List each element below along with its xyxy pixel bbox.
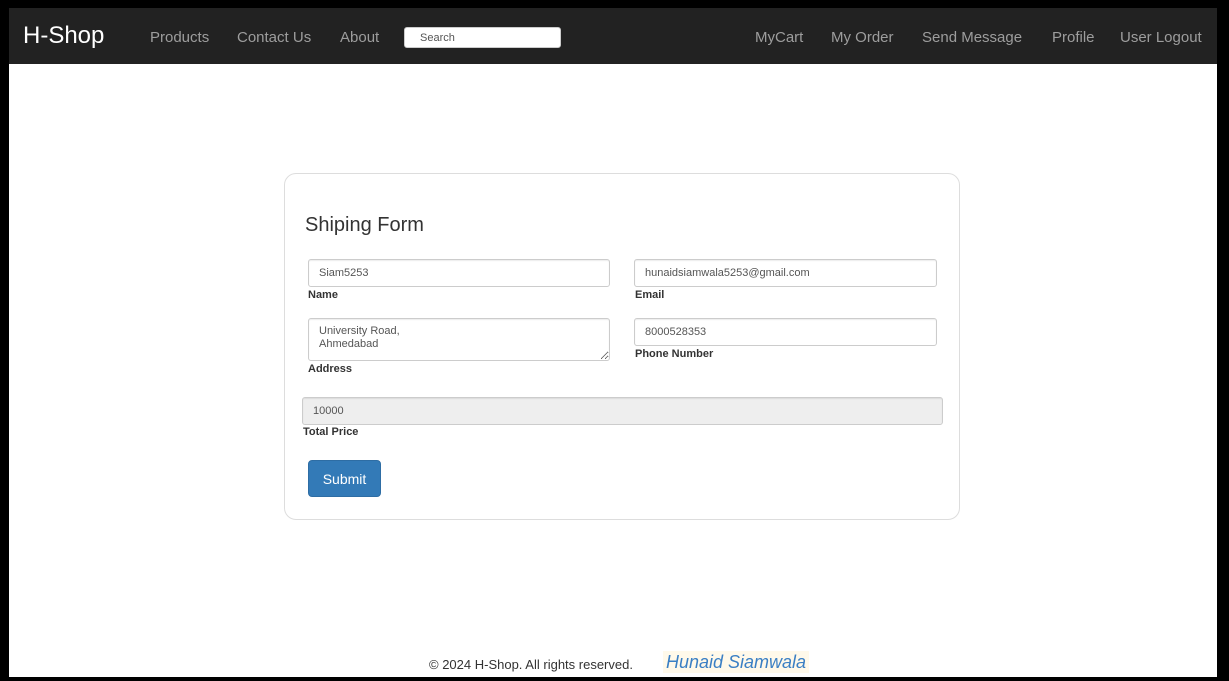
nav-link-about[interactable]: About: [340, 29, 379, 47]
address-label: Address: [308, 363, 353, 375]
footer-copyright: © 2024 H-Shop. All rights reserved.: [429, 657, 633, 672]
name-input[interactable]: [308, 259, 610, 287]
nav-link-contact-us[interactable]: Contact Us: [237, 29, 311, 47]
nav-link-mycart[interactable]: MyCart: [755, 29, 803, 47]
nav-link-user-logout[interactable]: User Logout: [1120, 29, 1202, 47]
nav-link-profile[interactable]: Profile: [1052, 29, 1095, 47]
total-price-label: Total Price: [303, 426, 359, 438]
form-title: Shiping Form: [305, 214, 424, 236]
total-price-input[interactable]: [302, 397, 943, 425]
name-label: Name: [308, 289, 338, 301]
phone-label: Phone Number: [635, 348, 714, 360]
browser-viewport: H-Shop Products Contact Us About MyCart …: [9, 8, 1217, 677]
footer-author-link[interactable]: Hunaid Siamwala: [663, 651, 810, 673]
footer: © 2024 H-Shop. All rights reserved. Huna…: [9, 620, 1217, 677]
phone-input[interactable]: [634, 318, 937, 346]
navbar: H-Shop Products Contact Us About MyCart …: [9, 8, 1217, 64]
brand-logo[interactable]: H-Shop: [23, 22, 104, 50]
search-input[interactable]: [404, 27, 561, 48]
email-input[interactable]: [634, 259, 937, 287]
nav-link-send-message[interactable]: Send Message: [922, 29, 1022, 47]
nav-link-products[interactable]: Products: [150, 29, 209, 47]
address-textarea[interactable]: [308, 318, 610, 361]
nav-link-my-order[interactable]: My Order: [831, 29, 894, 47]
email-label: Email: [635, 289, 665, 301]
submit-button[interactable]: Submit: [308, 460, 381, 497]
